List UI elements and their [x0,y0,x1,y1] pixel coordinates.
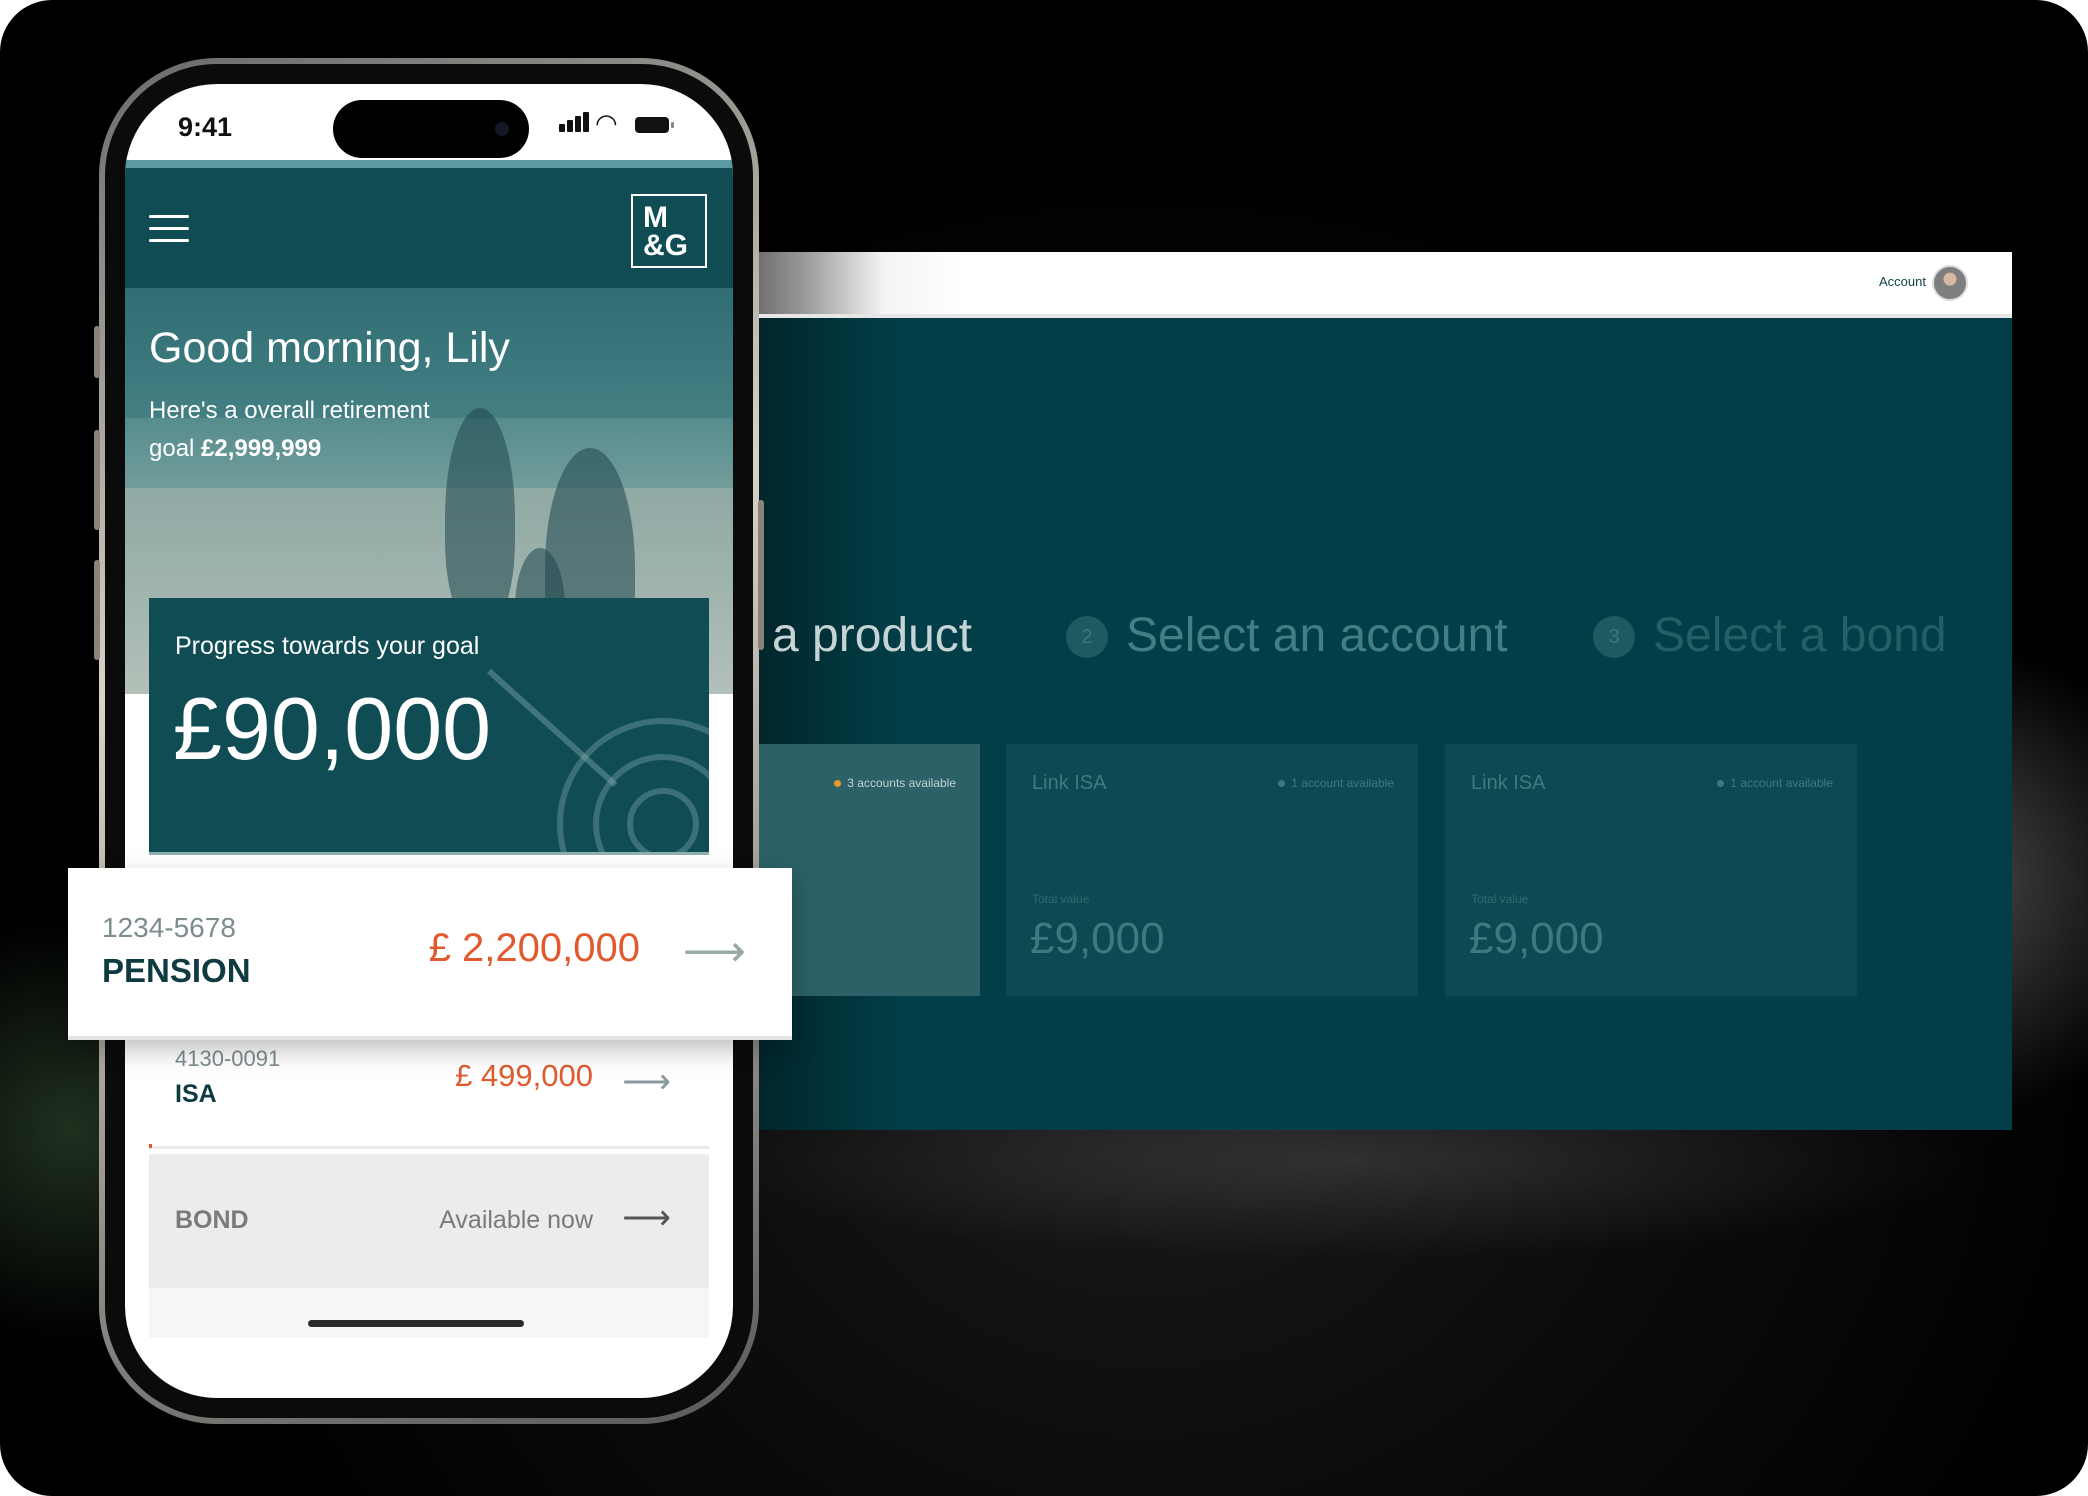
account-number: 4130-0091 [175,1046,281,1071]
step-select-product[interactable]: a product [772,608,972,663]
account-row-pension[interactable]: 1234-5678 PENSION £ 2,200,000 ⟶ [68,868,792,1040]
availability-badge: 1 account available [1278,776,1394,790]
target-icon [557,718,709,852]
desktop-window: Account a product 2 Select an account 3 … [700,252,2012,1130]
progress-label: Progress towards your goal [175,632,480,660]
home-indicator[interactable] [308,1320,524,1327]
total-value: £9,000 [1469,914,1604,963]
hamburger-icon[interactable] [149,215,189,245]
arrow-right-icon[interactable]: ⟶ [622,1062,671,1102]
desktop-topbar: Account [700,252,2012,318]
account-type: PENSION [102,952,251,989]
step-number-2: 2 [1066,616,1108,658]
product-card[interactable]: Link ISA 1 account available Total value… [1445,744,1857,996]
arrow-right-icon[interactable]: ⟶ [683,926,746,977]
card-title: Link ISA [1471,772,1546,794]
goal-value: £2,999,999 [201,435,322,462]
status-dot [1278,780,1286,788]
phone-button [94,560,100,660]
total-label: Total value [1471,892,1529,906]
status-time: 9:41 [178,112,233,142]
card-title: Link ISA [1032,772,1107,794]
account-link[interactable]: Account [1879,274,1926,289]
phone-screen: 9:41 ◠ M &G Good morning, Lily Here's a o… [125,84,733,1398]
total-value: £9,000 [1030,914,1165,963]
step-select-bond[interactable]: Select a bond [1653,608,1947,663]
phone-button [758,500,764,650]
availability-badge: 1 account available [1717,776,1833,790]
status-dot [834,780,842,788]
wifi-icon: ◠ [595,108,618,138]
greeting-title: Good morning, Lily [149,324,510,372]
phone-button [94,326,100,378]
row-accent [149,1144,152,1148]
account-value: £ 2,200,000 [428,926,640,970]
list-footer [149,1288,709,1338]
account-value: £ 499,000 [455,1058,593,1093]
arrow-right-icon[interactable]: ⟶ [622,1198,671,1238]
availability-status: Available now [439,1206,593,1234]
account-number: 1234-5678 [102,912,236,943]
availability-badge: 3 accounts available [834,776,956,790]
battery-icon [635,117,674,133]
account-row-isa[interactable]: 4130-0091 ISA £ 499,000 ⟶ [149,1028,709,1149]
background-frame: Account a product 2 Select an account 3 … [0,0,2088,1496]
account-row-bond[interactable]: BOND Available now ⟶ [149,1154,709,1288]
dynamic-island [333,100,529,158]
avatar[interactable] [1932,265,1968,301]
camera-icon [495,122,509,136]
progress-value: £90,000 [173,679,492,778]
account-type: ISA [175,1080,217,1108]
app-header: M &G [125,160,733,296]
total-label: Total value [1032,892,1090,906]
goal-text: Here's a overall retirement goal £2,999,… [149,397,430,462]
step-select-account[interactable]: Select an account [1126,608,1508,663]
status-dot [1717,780,1725,788]
account-type: BOND [175,1206,249,1234]
phone-button [94,430,100,530]
progress-card: Progress towards your goal £90,000 [149,598,709,855]
step-number-3: 3 [1593,616,1635,658]
brand-logo[interactable]: M &G [631,194,707,268]
product-card[interactable]: Link ISA 1 account available Total value… [1006,744,1418,996]
